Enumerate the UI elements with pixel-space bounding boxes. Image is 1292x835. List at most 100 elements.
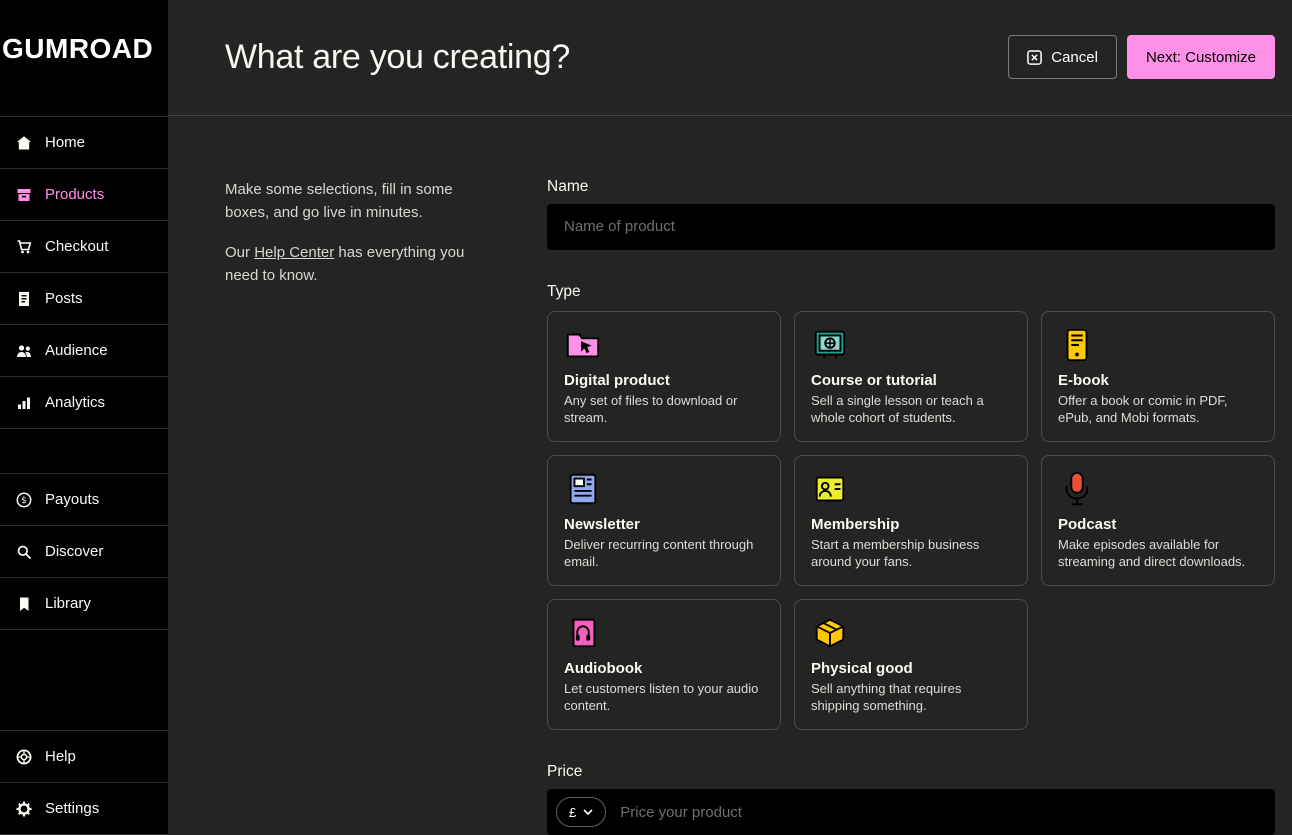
sidebar-item-label: Payouts — [45, 491, 99, 508]
type-field-group: Type Digital product Any set of files to… — [547, 283, 1275, 730]
audience-icon — [16, 343, 32, 359]
card-membership[interactable]: Membership Start a membership business a… — [794, 455, 1028, 586]
sidebar-item-checkout[interactable]: Checkout — [0, 221, 168, 273]
product-type-title: Membership — [811, 516, 1011, 533]
type-label: Type — [547, 283, 1275, 301]
product-type-description: Sell a single lesson or teach a whole co… — [811, 392, 1011, 427]
card-course-or-tutorial[interactable]: Course or tutorial Sell a single lesson … — [794, 311, 1028, 442]
products-icon — [16, 187, 32, 203]
product-type-description: Start a membership business around your … — [811, 536, 1011, 571]
cancel-x-icon — [1027, 50, 1042, 65]
analytics-icon — [16, 395, 32, 411]
price-label: Price — [547, 763, 1275, 781]
settings-icon — [16, 801, 32, 817]
sidebar-item-help[interactable]: Help — [0, 731, 168, 783]
product-type-title: Podcast — [1058, 516, 1258, 533]
physical-good-icon — [811, 614, 849, 652]
card-physical-good[interactable]: Physical good Sell anything that require… — [794, 599, 1028, 730]
product-name-input[interactable] — [547, 204, 1275, 250]
posts-icon — [16, 291, 32, 307]
cancel-button[interactable]: Cancel — [1008, 35, 1117, 79]
sidebar-secondary-nav: $ Payouts Discover Library — [0, 474, 168, 630]
product-type-description: Sell anything that requires shipping som… — [811, 680, 1011, 715]
name-field-group: Name — [547, 178, 1275, 250]
product-type-description: Offer a book or comic in PDF, ePub, and … — [1058, 392, 1258, 427]
header-actions: Cancel Next: Customize — [1008, 35, 1275, 79]
product-type-title: Digital product — [564, 372, 764, 389]
currency-selector[interactable]: £ — [556, 797, 606, 827]
product-type-description: Any set of files to download or stream. — [564, 392, 764, 427]
card-audiobook[interactable]: Audiobook Let customers listen to your a… — [547, 599, 781, 730]
sidebar-item-label: Library — [45, 595, 91, 612]
sidebar-spacer — [0, 630, 168, 731]
sidebar-main-nav: Home Products Checkout Posts — [0, 117, 168, 429]
ebook-icon — [1058, 326, 1096, 364]
sidebar-item-products[interactable]: Products — [0, 169, 168, 221]
sidebar-item-label: Checkout — [45, 238, 108, 255]
payouts-icon: $ — [16, 492, 32, 508]
sidebar-item-label: Analytics — [45, 394, 105, 411]
svg-text:$: $ — [21, 496, 26, 506]
card-digital-product[interactable]: Digital product Any set of files to down… — [547, 311, 781, 442]
audiobook-icon — [564, 614, 602, 652]
sidebar-item-label: Settings — [45, 800, 99, 817]
search-icon — [16, 544, 32, 560]
currency-symbol: £ — [569, 805, 576, 820]
name-label: Name — [547, 178, 1275, 196]
page-title: What are you creating? — [225, 38, 570, 77]
price-field-group: Price £ — [547, 763, 1275, 835]
intro-help-text: Our Help Center has everything you need … — [225, 241, 490, 288]
sidebar-item-label: Home — [45, 134, 85, 151]
digital-product-icon — [564, 326, 602, 364]
product-type-title: Newsletter — [564, 516, 764, 533]
sidebar-item-payouts[interactable]: $ Payouts — [0, 474, 168, 526]
product-type-title: Physical good — [811, 660, 1011, 677]
sidebar-item-label: Help — [45, 748, 76, 765]
home-icon — [16, 135, 32, 151]
membership-icon — [811, 470, 849, 508]
price-input[interactable] — [606, 804, 1274, 821]
logo-area: gumroad — [0, 0, 168, 117]
card-ebook[interactable]: E-book Offer a book or comic in PDF, ePu… — [1041, 311, 1275, 442]
sidebar-item-label: Audience — [45, 342, 108, 359]
product-type-title: E-book — [1058, 372, 1258, 389]
sidebar-bottom-nav: Help Settings — [0, 731, 168, 835]
card-podcast[interactable]: Podcast Make episodes available for stre… — [1041, 455, 1275, 586]
main-area: What are you creating? Cancel Next: Cust… — [168, 0, 1292, 835]
sidebar-item-label: Discover — [45, 543, 103, 560]
sidebar-item-discover[interactable]: Discover — [0, 526, 168, 578]
product-type-description: Deliver recurring content through email. — [564, 536, 764, 571]
product-type-title: Audiobook — [564, 660, 764, 677]
sidebar-item-posts[interactable]: Posts — [0, 273, 168, 325]
card-newsletter[interactable]: Newsletter Deliver recurring content thr… — [547, 455, 781, 586]
newsletter-icon — [564, 470, 602, 508]
intro-text: Make some selections, fill in some boxes… — [225, 178, 490, 225]
sidebar-divider — [0, 429, 168, 474]
course-icon — [811, 326, 849, 364]
podcast-icon — [1058, 470, 1096, 508]
sidebar-item-home[interactable]: Home — [0, 117, 168, 169]
product-type-description: Let customers listen to your audio conte… — [564, 680, 764, 715]
cart-icon — [16, 239, 32, 255]
sidebar-item-label: Posts — [45, 290, 83, 307]
gumroad-logo[interactable]: gumroad — [2, 33, 164, 65]
sidebar-item-settings[interactable]: Settings — [0, 783, 168, 835]
sidebar-item-library[interactable]: Library — [0, 578, 168, 630]
help-center-link[interactable]: Help Center — [254, 244, 334, 261]
content-area: Make some selections, fill in some boxes… — [168, 116, 1292, 835]
product-type-grid: Digital product Any set of files to down… — [547, 311, 1275, 730]
price-input-box: £ — [547, 789, 1275, 835]
chevron-down-icon — [583, 809, 593, 816]
sidebar-item-analytics[interactable]: Analytics — [0, 377, 168, 429]
product-type-description: Make episodes available for streaming an… — [1058, 536, 1258, 571]
page-header: What are you creating? Cancel Next: Cust… — [168, 0, 1292, 116]
product-type-title: Course or tutorial — [811, 372, 1011, 389]
help-icon — [16, 749, 32, 765]
next-customize-button[interactable]: Next: Customize — [1127, 35, 1275, 79]
product-form: Name Type Digital product Any set of fil… — [547, 178, 1275, 835]
app-window: gumroad Home Products Checkout — [0, 0, 1292, 835]
sidebar: gumroad Home Products Checkout — [0, 0, 168, 835]
library-icon — [16, 596, 32, 612]
sidebar-item-label: Products — [45, 186, 104, 203]
sidebar-item-audience[interactable]: Audience — [0, 325, 168, 377]
